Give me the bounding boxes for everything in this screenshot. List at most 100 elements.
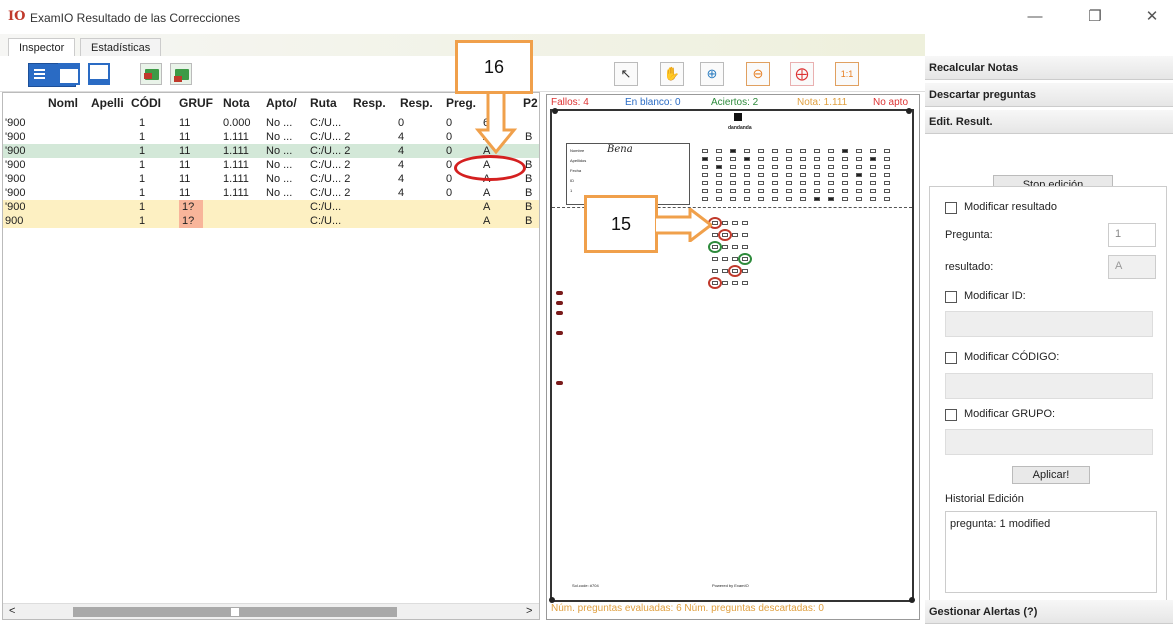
table-cell-resp1: 4 [398,173,405,185]
scroll-left-icon[interactable]: < [9,605,15,617]
fit-icon: ⨁ [795,66,809,81]
column-resp2[interactable]: Resp. [400,96,442,110]
table-row[interactable]: '900 1 11 0.000 No ... C:/U... 0 0 6 [3,116,539,130]
column-apellidos[interactable]: Apelli [91,96,129,110]
page-view-button[interactable] [58,63,80,85]
id-bubble [828,181,834,185]
id-bubble [716,197,722,201]
table-row[interactable]: '9001111.111No ...C:/U... 240AB [3,186,539,200]
fit-button[interactable]: ⨁ [790,62,814,86]
actual-size-button[interactable]: 1:1 [835,62,859,86]
close-button[interactable]: ✕ [1137,6,1167,28]
modificar-id-checkbox[interactable] [945,291,957,303]
side-marker [556,291,563,295]
edit-result-section[interactable]: Edit. Result. [925,110,1173,134]
export-button[interactable] [170,63,192,85]
id-bubble [786,197,792,201]
maximize-button[interactable]: ❐ [1080,6,1110,28]
cursor-icon: ↖ [620,66,632,81]
table-cell-resp1: 0 [398,117,405,129]
modificar-resultado-label: Modificar resultado [964,201,1057,213]
hand-button[interactable]: ✋ [660,62,684,86]
table-cell-p1: B [525,201,533,213]
column-codigo[interactable]: CÓDI [131,96,169,110]
recalcular-notas-section[interactable]: Recalcular Notas [925,56,1173,80]
id-bubble [828,157,834,161]
side-marker [556,381,563,385]
id-bubble [702,197,708,201]
gestionar-alertas-section[interactable]: Gestionar Alertas (?) [925,600,1173,624]
codigo-input[interactable] [945,373,1153,399]
zoom-in-button[interactable]: ⊕ [700,62,724,86]
column-nombre[interactable]: Noml [48,96,88,110]
table-cell-cod: 1 [139,173,146,185]
grupo-input[interactable] [945,429,1153,455]
tab-inspector[interactable]: Inspector [8,38,76,56]
table-cell-resp1: 4 [398,187,405,199]
column-ruta[interactable]: Ruta [310,96,348,110]
minimize-button[interactable]: — [1020,6,1050,28]
scrollbar-thumb[interactable] [73,607,397,617]
column-grupo[interactable]: GRUF [179,96,221,110]
exam-viewer[interactable]: Fallos: 4 En blanco: 0 Aciertos: 2 Nota:… [546,94,920,620]
table-cell-ruta: C:/U... [310,201,342,213]
answer-sheet: dandanda Nombre Bena Apellidos Fecha ID … [549,108,915,603]
column-nota[interactable]: Nota [223,96,263,110]
resultado-select[interactable]: A [1108,255,1156,279]
column-p2[interactable]: P2 [523,96,539,110]
modificar-resultado-checkbox[interactable] [945,202,957,214]
modificar-grupo-checkbox[interactable] [945,409,957,421]
answer-bubble [742,269,748,273]
id-bubble [772,165,778,169]
id-bubble-grid [702,149,902,205]
descartar-preguntas-section[interactable]: Descartar preguntas [925,83,1173,107]
answer-bubble [722,257,728,261]
aplicar-button[interactable]: Aplicar! [1012,466,1090,484]
modificar-codigo-label: Modificar CÓDIGO: [964,351,1060,363]
id-bubble [758,165,764,169]
id-bubble [814,149,820,153]
table-row[interactable]: '9001111.111No ...C:/U... 240AB [3,130,539,144]
table-row[interactable]: 900 1 1? C:/U... A B [3,214,539,228]
form-label-fecha: Fecha [570,168,582,173]
table-cell-id: '900 [5,173,26,185]
id-bubble [870,173,876,177]
pregunta-stepper[interactable]: 1 [1108,223,1156,247]
id-bubble [758,149,764,153]
horizontal-scrollbar[interactable]: < > [3,603,539,619]
id-bubble [828,197,834,201]
table-row[interactable]: '900 1 11 1.111 No ... C:/U... 240A [3,144,539,158]
callout-15-arrow [656,208,712,242]
split-view-button[interactable] [88,63,110,85]
column-apto[interactable]: Apto/ [266,96,306,110]
table-row[interactable]: '900 1 1? C:/U... A B [3,200,539,214]
form-label-apellidos: Apellidos [570,158,587,163]
zoom-out-button[interactable]: ⊖ [746,62,770,86]
table-cell-grupo: 1? [179,214,203,228]
answer-bubble [742,281,748,285]
corner-marker [906,108,912,114]
id-bubble [884,149,890,153]
table-cell-id: 900 [5,215,24,227]
table-cell-cod: 1 [139,215,146,227]
id-bubble [800,189,806,193]
form-label-1: 1 [570,188,573,193]
modificar-id-label: Modificar ID: [964,290,1026,302]
import-button[interactable] [140,63,162,85]
table-cell-apto: No ... [266,131,293,143]
table-cell-p1: B [525,173,533,185]
id-bubble [758,157,764,161]
id-bubble [870,157,876,161]
id-input[interactable] [945,311,1153,337]
id-bubble [842,157,848,161]
tab-estadisticas[interactable]: Estadísticas [80,38,162,56]
column-resp1[interactable]: Resp. [353,96,395,110]
list-icon-line [34,73,45,75]
id-bubble [744,181,750,185]
id-bubble [730,189,736,193]
modificar-codigo-checkbox[interactable] [945,352,957,364]
id-bubble [870,181,876,185]
scroll-right-icon[interactable]: > [526,605,532,617]
table-cell-grupo: 11 [179,131,191,143]
cursor-button[interactable]: ↖ [614,62,638,86]
